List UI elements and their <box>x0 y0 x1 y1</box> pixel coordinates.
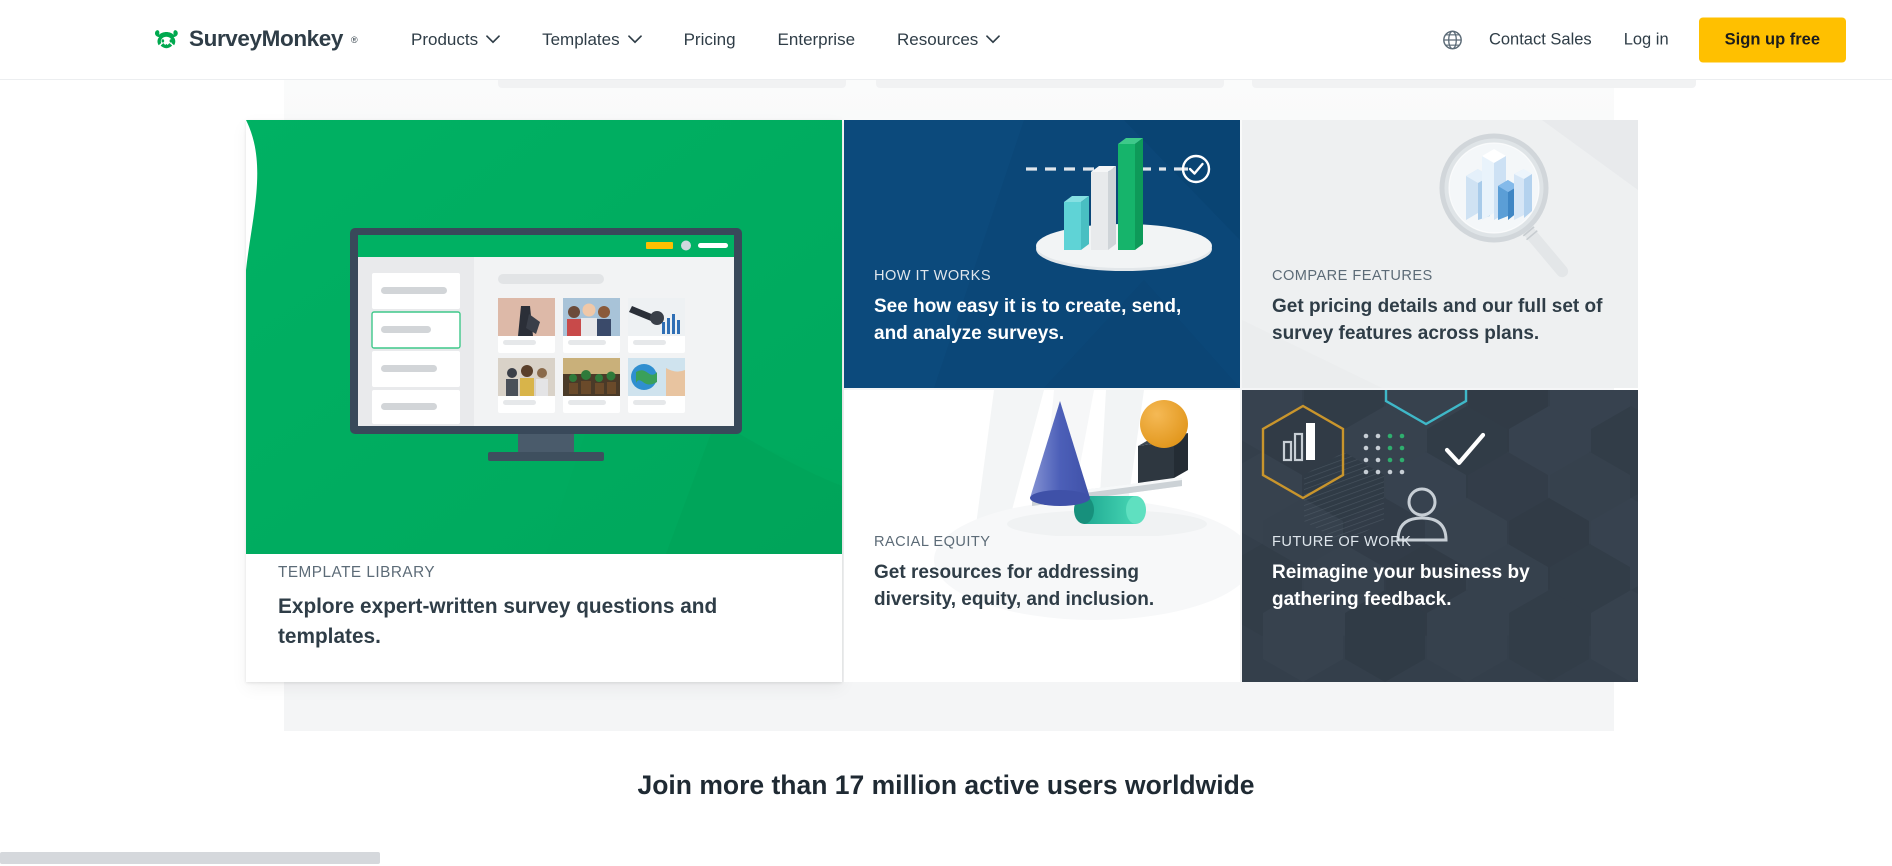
racial-equity-text: RACIAL EQUITY Get resources for addressi… <box>874 534 1218 614</box>
nav-item-resources[interactable]: Resources <box>876 20 1021 60</box>
surveymonkey-logo-icon <box>154 29 178 48</box>
card-eyebrow: HOW IT WORKS <box>874 268 992 284</box>
chevron-down-icon <box>986 35 1001 44</box>
nav-item-pricing[interactable]: Pricing <box>663 20 757 60</box>
nav-item-products[interactable]: Products <box>390 20 521 60</box>
card-headline: Explore expert-written survey questions … <box>278 595 718 648</box>
join-section-heading: Join more than 17 million active users w… <box>637 770 1255 800</box>
nav-label: Pricing <box>683 29 736 49</box>
balance-shapes-illustration <box>1007 400 1207 536</box>
card-headline: See how easy it is to create, send, and … <box>874 296 1182 345</box>
card-headline: Get pricing details and our full set of … <box>1272 296 1603 345</box>
scrollbar-thumb[interactable] <box>0 852 380 864</box>
card-eyebrow: FUTURE OF WORK <box>1272 534 1412 550</box>
nav-label: Resources <box>897 29 979 49</box>
how-it-works-text: HOW IT WORKS See how easy it is to creat… <box>874 268 1218 348</box>
log-in-link[interactable]: Log in <box>1608 22 1685 57</box>
site-header: SurveyMonkey ® Products Templates Pricin… <box>0 0 1892 80</box>
nav-item-enterprise[interactable]: Enterprise <box>757 20 876 60</box>
nav-item-templates[interactable]: Templates <box>521 20 662 60</box>
nav-label: Templates <box>542 29 620 49</box>
sign-up-free-button[interactable]: Sign up free <box>1698 17 1846 62</box>
main-navigation: Products Templates Pricing Enterprise Re… <box>390 20 1021 60</box>
logo-registered-mark: ® <box>351 34 358 45</box>
logo-text: SurveyMonkey <box>189 26 344 52</box>
template-library-artwork <box>246 120 842 554</box>
card-future-of-work[interactable]: FUTURE OF WORK Reimagine your business b… <box>1242 390 1638 682</box>
card-headline: Get resources for addressing diversity, … <box>874 562 1155 611</box>
card-eyebrow: TEMPLATE LIBRARY <box>278 564 436 581</box>
nav-label: Enterprise <box>777 29 856 49</box>
card-eyebrow: RACIAL EQUITY <box>874 534 991 550</box>
magnifying-glass-chart-illustration <box>1439 133 1569 278</box>
how-it-works-background <box>844 120 1240 388</box>
monitor-illustration <box>350 228 742 461</box>
chevron-down-icon <box>486 35 500 44</box>
contact-sales-link[interactable]: Contact Sales <box>1473 22 1608 57</box>
globe-icon <box>1443 30 1462 49</box>
compare-features-background <box>1242 120 1638 388</box>
card-template-library[interactable]: TEMPLATE LIBRARY Explore expert-written … <box>246 120 842 682</box>
bar-chart-target-illustration <box>1026 138 1212 271</box>
promo-card-grid: TEMPLATE LIBRARY Explore expert-written … <box>246 120 1640 682</box>
card-compare-features[interactable]: COMPARE FEATURES Get pricing details and… <box>1242 120 1638 388</box>
language-selector[interactable] <box>1432 23 1473 56</box>
page-content: TEMPLATE LIBRARY Explore expert-written … <box>0 72 1892 866</box>
card-headline: Reimagine your business by gathering fee… <box>1272 562 1530 611</box>
card-eyebrow: COMPARE FEATURES <box>1272 268 1433 284</box>
header-actions: Contact Sales Log in Sign up free <box>1432 17 1846 62</box>
card-racial-equity[interactable]: RACIAL EQUITY Get resources for addressi… <box>844 390 1240 682</box>
future-of-work-text: FUTURE OF WORK Reimagine your business b… <box>1272 534 1616 614</box>
horizontal-scrollbar[interactable] <box>0 850 1892 866</box>
chevron-down-icon <box>627 35 642 44</box>
template-library-text: TEMPLATE LIBRARY Explore expert-written … <box>246 554 842 682</box>
surveymonkey-logo[interactable]: SurveyMonkey ® <box>152 27 358 53</box>
nav-label: Products <box>411 29 479 49</box>
card-how-it-works[interactable]: HOW IT WORKS See how easy it is to creat… <box>844 120 1240 388</box>
compare-features-text: COMPARE FEATURES Get pricing details and… <box>1272 268 1616 348</box>
